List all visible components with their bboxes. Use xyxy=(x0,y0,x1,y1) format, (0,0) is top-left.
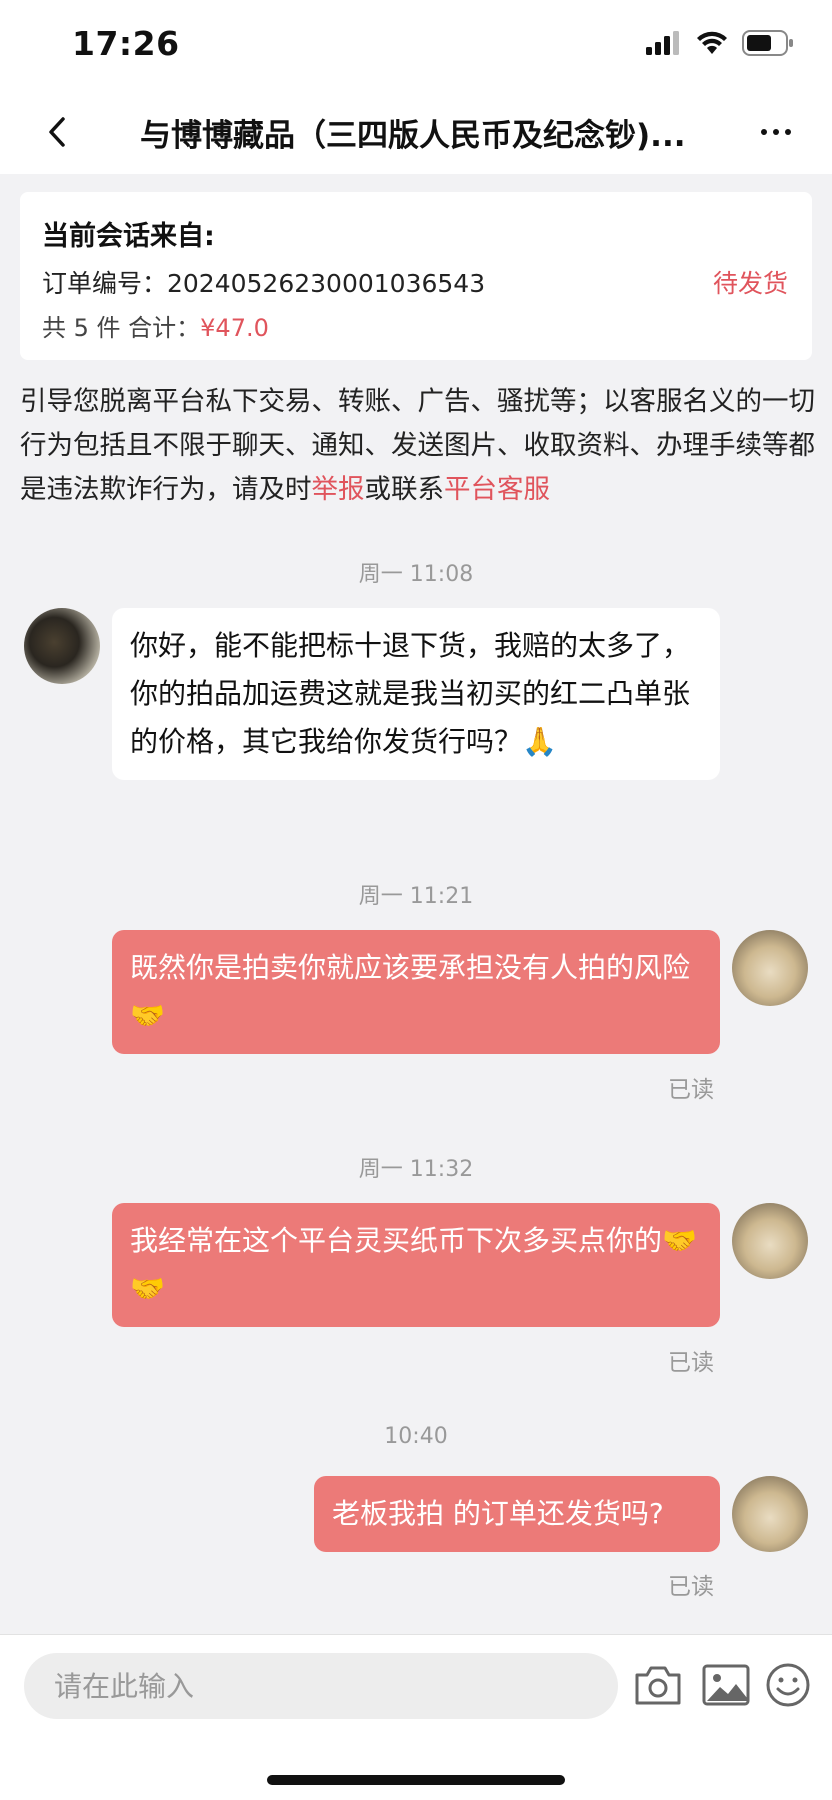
image-icon xyxy=(702,1664,750,1706)
user-avatar[interactable] xyxy=(732,1203,808,1279)
battery-icon xyxy=(742,30,793,56)
message-bubble-outgoing[interactable]: 既然你是拍卖你就应该要承担没有人拍的风险🤝 xyxy=(112,930,720,1054)
message-time: 10:40 xyxy=(384,1424,448,1449)
message-bubble-outgoing[interactable]: 老板我拍 的订单还发货吗? xyxy=(314,1476,720,1552)
input-bar xyxy=(0,1634,832,1800)
wifi-icon xyxy=(697,31,727,54)
customer-service-link[interactable]: 平台客服 xyxy=(444,474,550,505)
order-items-total-label: 共 5 件 合计： xyxy=(42,314,201,342)
order-card-heading: 当前会话来自: xyxy=(42,221,215,252)
message-time: 周一 11:21 xyxy=(358,884,474,909)
order-card[interactable]: 当前会话来自: 订单编号：20240526230001036543 待发货 共 … xyxy=(20,192,812,360)
fraud-warning: 引导您脱离平台私下交易、转账、广告、骚扰等；以客服名义的一切行为包括且不限于聊天… xyxy=(20,380,815,512)
warning-middle-text: 或联系 xyxy=(364,474,445,505)
order-number: 订单编号：20240526230001036543 xyxy=(42,269,486,298)
message-input[interactable] xyxy=(24,1653,618,1719)
user-avatar[interactable] xyxy=(732,1476,808,1552)
camera-button[interactable] xyxy=(630,1657,686,1713)
order-price: ¥47.0 xyxy=(200,314,269,342)
message-time: 周一 11:32 xyxy=(358,1157,474,1182)
chat-title: 与博博藏品（三四版人民币及纪念钞)... xyxy=(140,118,686,154)
message-bubble-incoming[interactable]: 你好，能不能把标十退下货，我赔的太多了，你的拍品加运费这就是我当初买的红二凸单张… xyxy=(112,608,720,780)
read-receipt: 已读 xyxy=(668,1077,714,1103)
nav-bar: 与博博藏品（三四版人民币及纪念钞)... xyxy=(0,92,832,174)
message-bubble-outgoing[interactable]: 我经常在这个平台灵买纸币下次多买点你的🤝 🤝 xyxy=(112,1203,720,1327)
signal-icon xyxy=(646,31,679,55)
status-bar: 17:26 xyxy=(0,0,832,92)
more-button[interactable] xyxy=(756,112,796,152)
read-receipt: 已读 xyxy=(668,1350,714,1376)
user-avatar[interactable] xyxy=(732,930,808,1006)
more-icon xyxy=(761,129,791,135)
seller-avatar[interactable] xyxy=(24,608,100,684)
status-time: 17:26 xyxy=(72,24,180,63)
status-icons xyxy=(646,30,794,56)
read-receipt: 已读 xyxy=(668,1574,714,1600)
camera-icon xyxy=(635,1666,681,1705)
back-button[interactable] xyxy=(42,112,72,152)
emoji-button[interactable] xyxy=(760,1657,816,1713)
order-total: 共 5 件 合计：¥47.0 xyxy=(42,308,269,343)
emoji-icon xyxy=(766,1663,810,1707)
order-status-badge: 待发货 xyxy=(712,269,788,298)
image-button[interactable] xyxy=(698,1657,754,1713)
message-time: 周一 11:08 xyxy=(358,562,474,587)
home-indicator[interactable] xyxy=(267,1775,565,1785)
report-link[interactable]: 举报 xyxy=(312,474,365,505)
back-icon xyxy=(49,117,65,147)
